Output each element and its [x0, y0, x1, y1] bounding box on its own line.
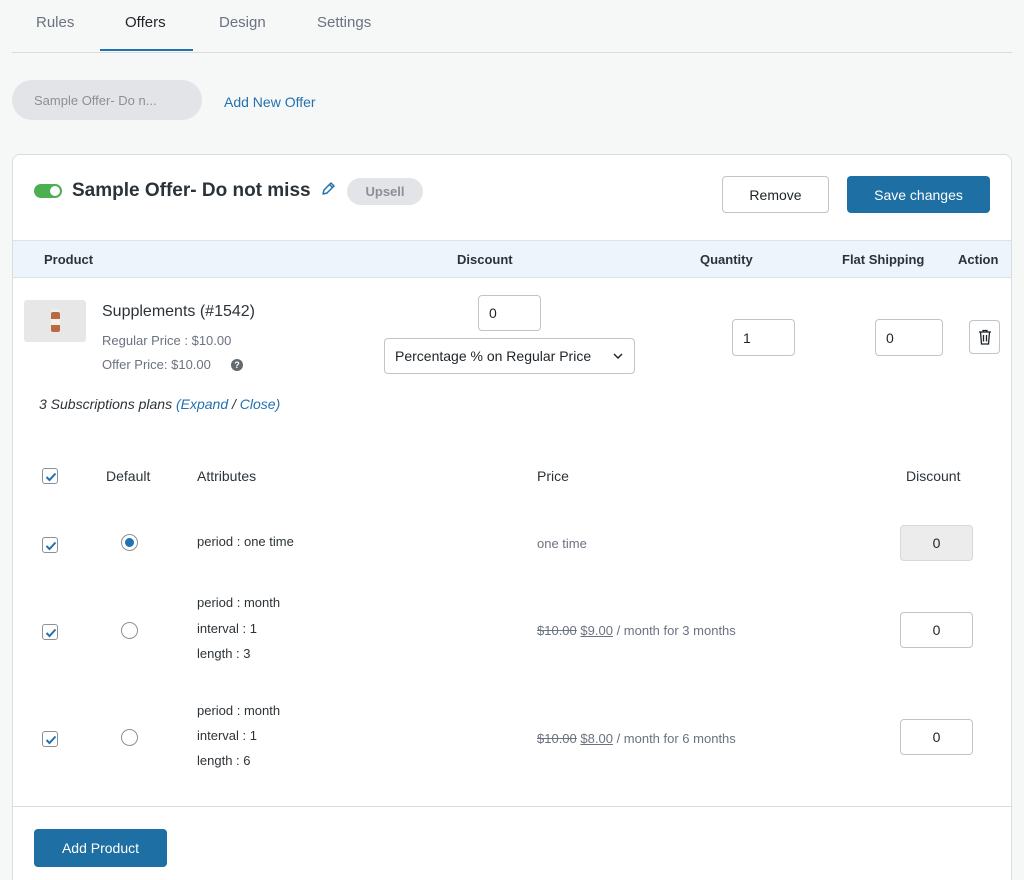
offer-pill[interactable]: Sample Offer- Do n... — [12, 80, 202, 120]
tab-design[interactable]: Design — [219, 14, 266, 31]
flat-shipping-input[interactable]: 0 — [875, 319, 943, 356]
card-divider — [13, 806, 1011, 807]
close-link[interactable]: Close) — [240, 396, 280, 412]
offer-enabled-toggle[interactable] — [34, 184, 62, 198]
plan-attribute: period : month — [197, 595, 281, 610]
help-icon[interactable]: ? — [231, 359, 243, 371]
offer-title: Sample Offer- Do not miss — [72, 180, 311, 201]
checkmark-icon — [45, 628, 57, 638]
header-action: Action — [958, 252, 999, 267]
product-regular-price: Regular Price : $10.00 — [102, 333, 232, 348]
plan-price: $10.00 $8.00 / month for 6 months — [537, 731, 736, 746]
header-default: Default — [106, 468, 151, 484]
sale-price: $9.00 — [580, 623, 613, 638]
plan-default-radio[interactable] — [121, 622, 138, 639]
checkmark-icon — [45, 541, 57, 551]
plan-price: $10.00 $9.00 / month for 3 months — [537, 623, 736, 638]
add-product-button[interactable]: Add Product — [34, 829, 167, 867]
product-offer-price: Offer Price: $10.00 — [102, 357, 211, 372]
checkmark-icon — [45, 472, 57, 482]
subscriptions-summary: 3 Subscriptions plans (Expand / Close) — [39, 396, 280, 412]
header-quantity: Quantity — [700, 252, 753, 267]
regular-price-strike: $10.00 — [537, 731, 577, 746]
select-all-checkbox[interactable] — [42, 468, 58, 484]
checkmark-icon — [45, 735, 57, 745]
save-changes-button[interactable]: Save changes — [847, 176, 990, 213]
plan-attribute: period : month — [197, 703, 281, 718]
plan-attribute: length : 6 — [197, 753, 251, 768]
header-price: Price — [537, 468, 569, 484]
trash-icon — [978, 329, 991, 345]
header-product: Product — [44, 252, 94, 267]
plan-default-radio[interactable] — [121, 729, 138, 746]
tab-offers[interactable]: Offers — [125, 14, 166, 31]
header-attributes: Attributes — [197, 468, 257, 484]
plan-attribute: interval : 1 — [197, 621, 257, 636]
tab-settings[interactable]: Settings — [317, 14, 371, 31]
header-discount: Discount — [457, 252, 513, 267]
price-suffix: / month for 3 months — [616, 623, 736, 638]
tabs-divider — [12, 52, 1012, 53]
header-plan-discount: Discount — [906, 468, 961, 484]
delete-product-button[interactable] — [969, 320, 1000, 354]
plan-attribute: length : 3 — [197, 646, 251, 661]
discount-value-input[interactable]: 0 — [478, 295, 541, 331]
plan-discount-input[interactable]: 0 — [900, 612, 973, 648]
active-tab-indicator — [100, 49, 193, 51]
remove-button[interactable]: Remove — [722, 176, 829, 213]
subscriptions-count: 3 Subscriptions plans — [39, 396, 173, 412]
offer-type-badge: Upsell — [347, 178, 423, 205]
pencil-icon[interactable] — [320, 180, 336, 198]
plan-checkbox[interactable] — [42, 624, 58, 640]
price-suffix: / month for 6 months — [616, 731, 736, 746]
bottle-label — [51, 319, 60, 325]
sale-price: $8.00 — [580, 731, 613, 746]
plan-attribute: period : one time — [197, 534, 294, 549]
header-flat-shipping: Flat Shipping — [842, 252, 925, 267]
product-name: Supplements (#1542) — [102, 303, 255, 320]
add-new-offer-link[interactable]: Add New Offer — [224, 94, 316, 110]
plan-default-radio[interactable] — [121, 534, 138, 551]
plan-attribute: interval : 1 — [197, 728, 257, 743]
quantity-input[interactable]: 1 — [732, 319, 795, 356]
regular-price-strike: $10.00 — [537, 623, 577, 638]
plan-discount-input[interactable]: 0 — [900, 525, 973, 561]
link-separator: / — [232, 396, 236, 412]
expand-link[interactable]: Expand — [181, 396, 228, 412]
tab-rules[interactable]: Rules — [36, 14, 74, 31]
discount-type-value: Percentage % on Regular Price — [395, 348, 592, 364]
discount-type-select[interactable]: Percentage % on Regular Price — [384, 338, 635, 374]
toggle-knob — [50, 186, 60, 196]
plan-price: one time — [537, 536, 587, 551]
plan-discount-input[interactable]: 0 — [900, 719, 973, 755]
plan-checkbox[interactable] — [42, 537, 58, 553]
plan-checkbox[interactable] — [42, 731, 58, 747]
chevron-down-icon — [613, 353, 623, 359]
product-thumbnail — [24, 300, 86, 342]
